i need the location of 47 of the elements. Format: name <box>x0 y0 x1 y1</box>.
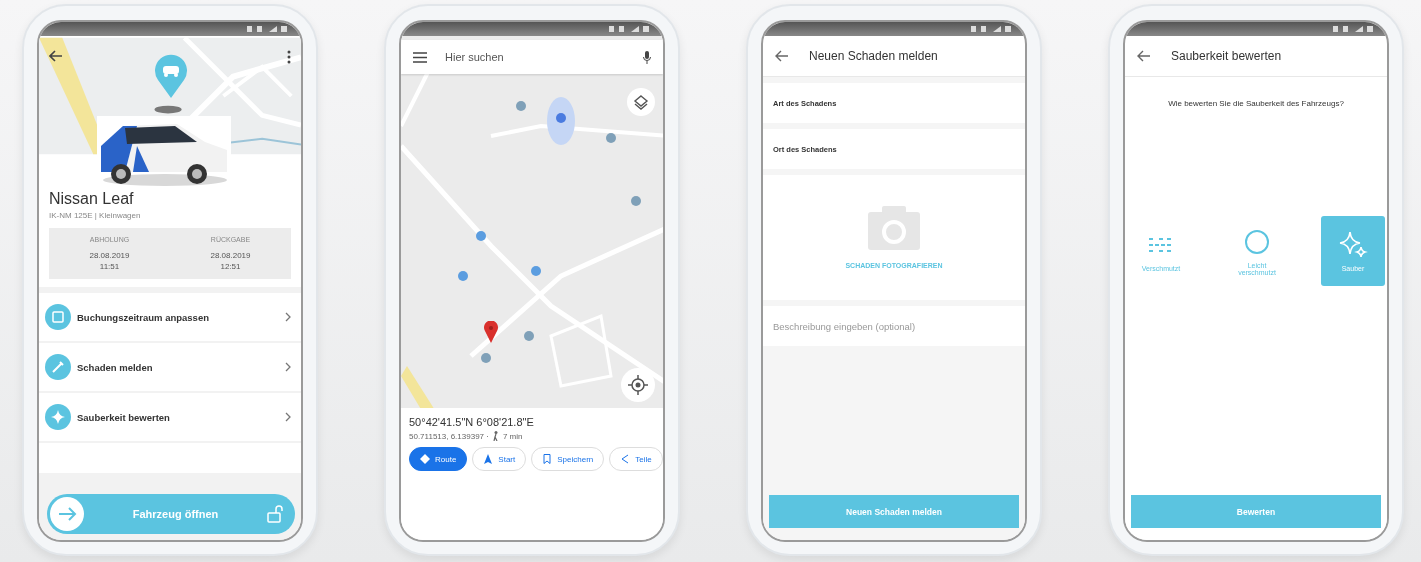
map-pin-icon <box>484 321 498 343</box>
menu-icon[interactable] <box>413 51 427 63</box>
question: Wie bewerten Sie die Sauberkeit des Fahrzeugs? <box>1167 98 1345 108</box>
directions-icon <box>420 454 430 464</box>
share-button[interactable]: Teile <box>609 447 663 471</box>
walking-time: 7 min <box>502 431 523 441</box>
status-icons <box>971 26 1011 32</box>
description-field[interactable]: Beschreibung eingeben (optional) <box>763 306 1025 346</box>
back-arrow-icon[interactable] <box>1137 50 1151 62</box>
status-icons <box>609 26 649 32</box>
booking-time: 12:51 <box>220 262 241 271</box>
chevron-icon <box>285 312 291 322</box>
microphone-icon[interactable] <box>643 50 651 64</box>
unlock-icon <box>267 505 283 523</box>
status-icons <box>247 26 287 32</box>
status-icons <box>1333 26 1373 32</box>
back-arrow-icon[interactable] <box>775 50 789 62</box>
screen-title: Sauberkeit bewerten <box>1171 49 1282 63</box>
sparkle-icon <box>1338 230 1368 260</box>
chevron-icon <box>285 412 291 422</box>
coordinates: 50°42'41.5"N 6°08'21.8"E <box>409 416 535 428</box>
wrench-icon <box>45 354 71 380</box>
booking-date: 28.08.2019 <box>89 251 130 260</box>
start-button[interactable]: Start <box>472 447 527 471</box>
booking-time: 11:51 <box>99 262 120 271</box>
vehicle-name: Nissan Leaf <box>49 190 135 208</box>
navigation-icon <box>483 454 494 464</box>
booking-date: 28.08.2019 <box>210 251 251 260</box>
calendar-icon <box>45 304 71 330</box>
camera-icon <box>868 206 920 250</box>
layers-icon[interactable] <box>627 88 655 116</box>
save-button[interactable]: Speichern <box>531 447 605 471</box>
route-button[interactable]: Route <box>409 447 468 471</box>
menu-item[interactable]: Buchungszeitraum anpassen <box>39 293 301 341</box>
search-bar[interactable]: Hier suchen <box>401 40 663 74</box>
screen-title: Neuen Schaden melden <box>809 49 938 63</box>
bookmark-icon <box>542 454 553 464</box>
menu-item[interactable]: Schaden melden <box>39 343 301 391</box>
chevron-icon <box>285 362 291 372</box>
sparkle-icon <box>45 404 71 430</box>
search-field[interactable]: Hier suchen <box>443 50 627 64</box>
my-location-icon[interactable] <box>621 368 655 402</box>
walking-icon <box>492 431 499 441</box>
decimal-coordinates: 50.711513, 6.139397 · <box>409 431 489 441</box>
share-icon <box>620 454 631 464</box>
menu-item[interactable]: Sauberkeit bewerten <box>39 393 301 441</box>
vehicle-details: IK-NM 125E | Kleinwagen <box>49 211 142 220</box>
